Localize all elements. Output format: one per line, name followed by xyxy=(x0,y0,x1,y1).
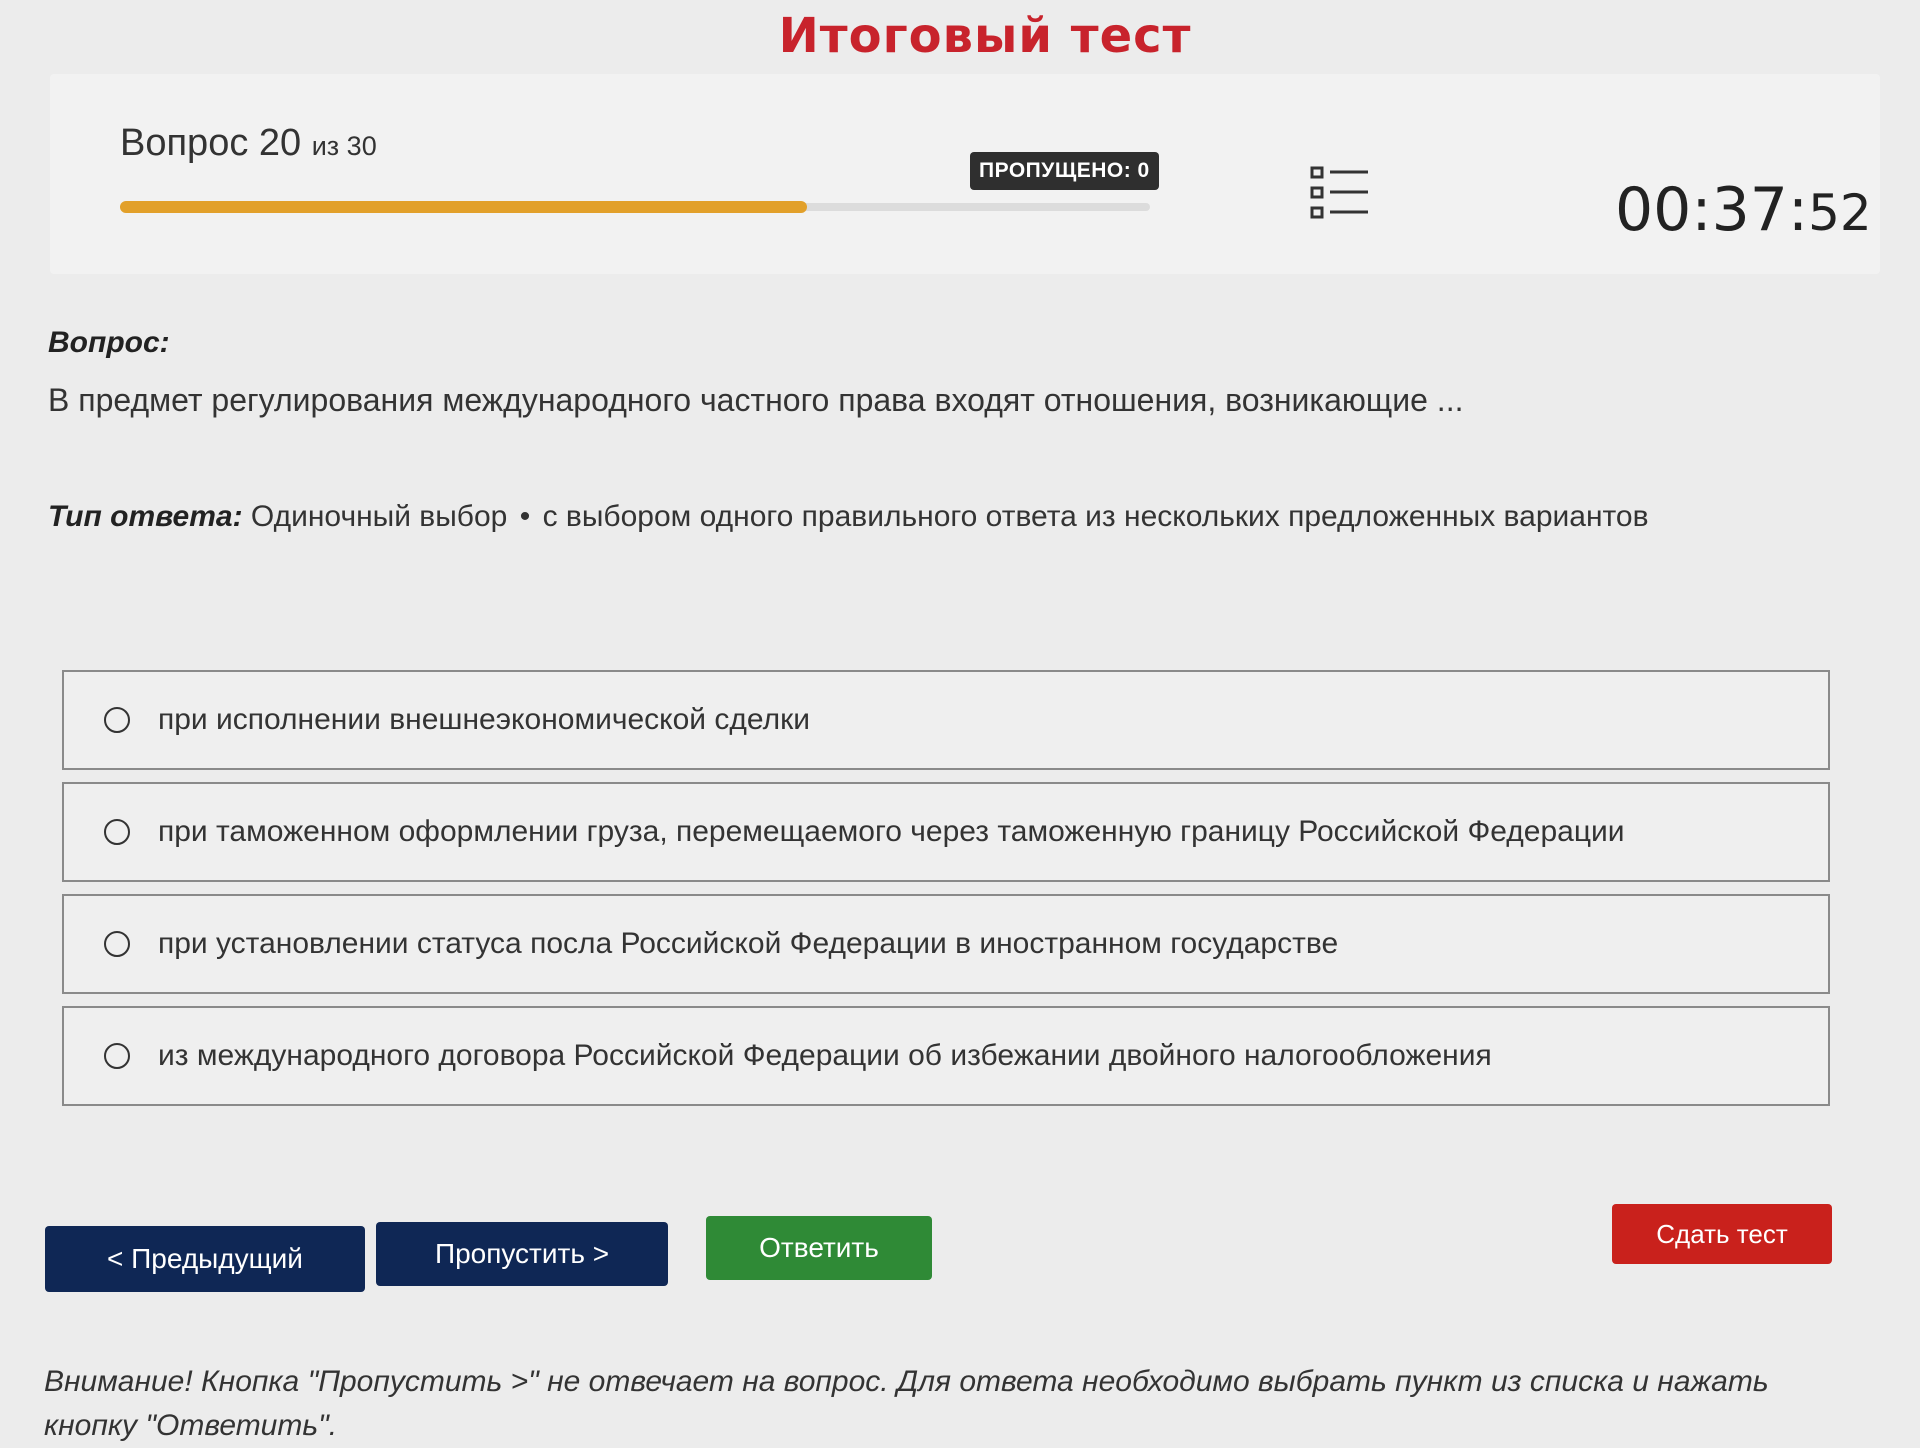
answer-option[interactable]: при таможенном оформлении груза, перемещ… xyxy=(62,782,1830,882)
radio-button[interactable] xyxy=(104,707,130,733)
question-total: из 30 xyxy=(311,131,377,161)
answer-type-value: Одиночный выбор xyxy=(250,500,508,533)
question-text: В предмет регулирования международного ч… xyxy=(48,382,1464,418)
answer-options: при исполнении внешнеэкономической сделк… xyxy=(62,670,1830,1118)
list-icon[interactable] xyxy=(1310,165,1370,223)
question-counter: Вопрос 20 из 30 xyxy=(120,122,377,165)
answer-type-separator: • xyxy=(519,500,531,533)
timer-main: 00:37: xyxy=(1615,175,1809,245)
answer-option-text: из международного договора Российской Фе… xyxy=(158,1039,1492,1072)
timer-seconds: 52 xyxy=(1808,184,1872,242)
answer-button[interactable]: Ответить xyxy=(706,1216,932,1280)
answer-type-description: с выбором одного правильного ответа из н… xyxy=(542,500,1649,533)
skip-button[interactable]: Пропустить > xyxy=(376,1222,668,1286)
submit-test-button[interactable]: Сдать тест xyxy=(1612,1204,1832,1264)
radio-button[interactable] xyxy=(104,931,130,957)
radio-button[interactable] xyxy=(104,819,130,845)
notice-text: Внимание! Кнопка "Пропустить >" не отвеч… xyxy=(44,1365,1769,1442)
header-panel xyxy=(50,74,1880,274)
answer-option[interactable]: из международного договора Российской Фе… xyxy=(62,1006,1830,1106)
question-number: Вопрос 20 xyxy=(120,122,302,164)
answer-option-text: при установлении статуса посла Российско… xyxy=(158,927,1339,960)
answer-option-text: при таможенном оформлении груза, перемещ… xyxy=(158,815,1625,848)
page-title: Итоговый тест xyxy=(778,8,1192,64)
answer-type-label: Тип ответа: xyxy=(48,500,243,533)
answer-type: Тип ответа: Одиночный выбор • с выбором … xyxy=(48,500,1649,534)
answer-option-text: при исполнении внешнеэкономической сделк… xyxy=(158,703,810,736)
radio-button[interactable] xyxy=(104,1043,130,1069)
previous-button[interactable]: < Предыдущий xyxy=(45,1226,365,1292)
progress-bar-fill xyxy=(120,201,807,213)
timer: 00:37:52 xyxy=(1615,175,1872,245)
answer-option[interactable]: при исполнении внешнеэкономической сделк… xyxy=(62,670,1830,770)
progress-bar xyxy=(120,201,1150,213)
answer-option[interactable]: при установлении статуса посла Российско… xyxy=(62,894,1830,994)
skipped-badge: ПРОПУЩЕНО: 0 xyxy=(970,152,1159,190)
question-label: Вопрос: xyxy=(48,326,170,359)
